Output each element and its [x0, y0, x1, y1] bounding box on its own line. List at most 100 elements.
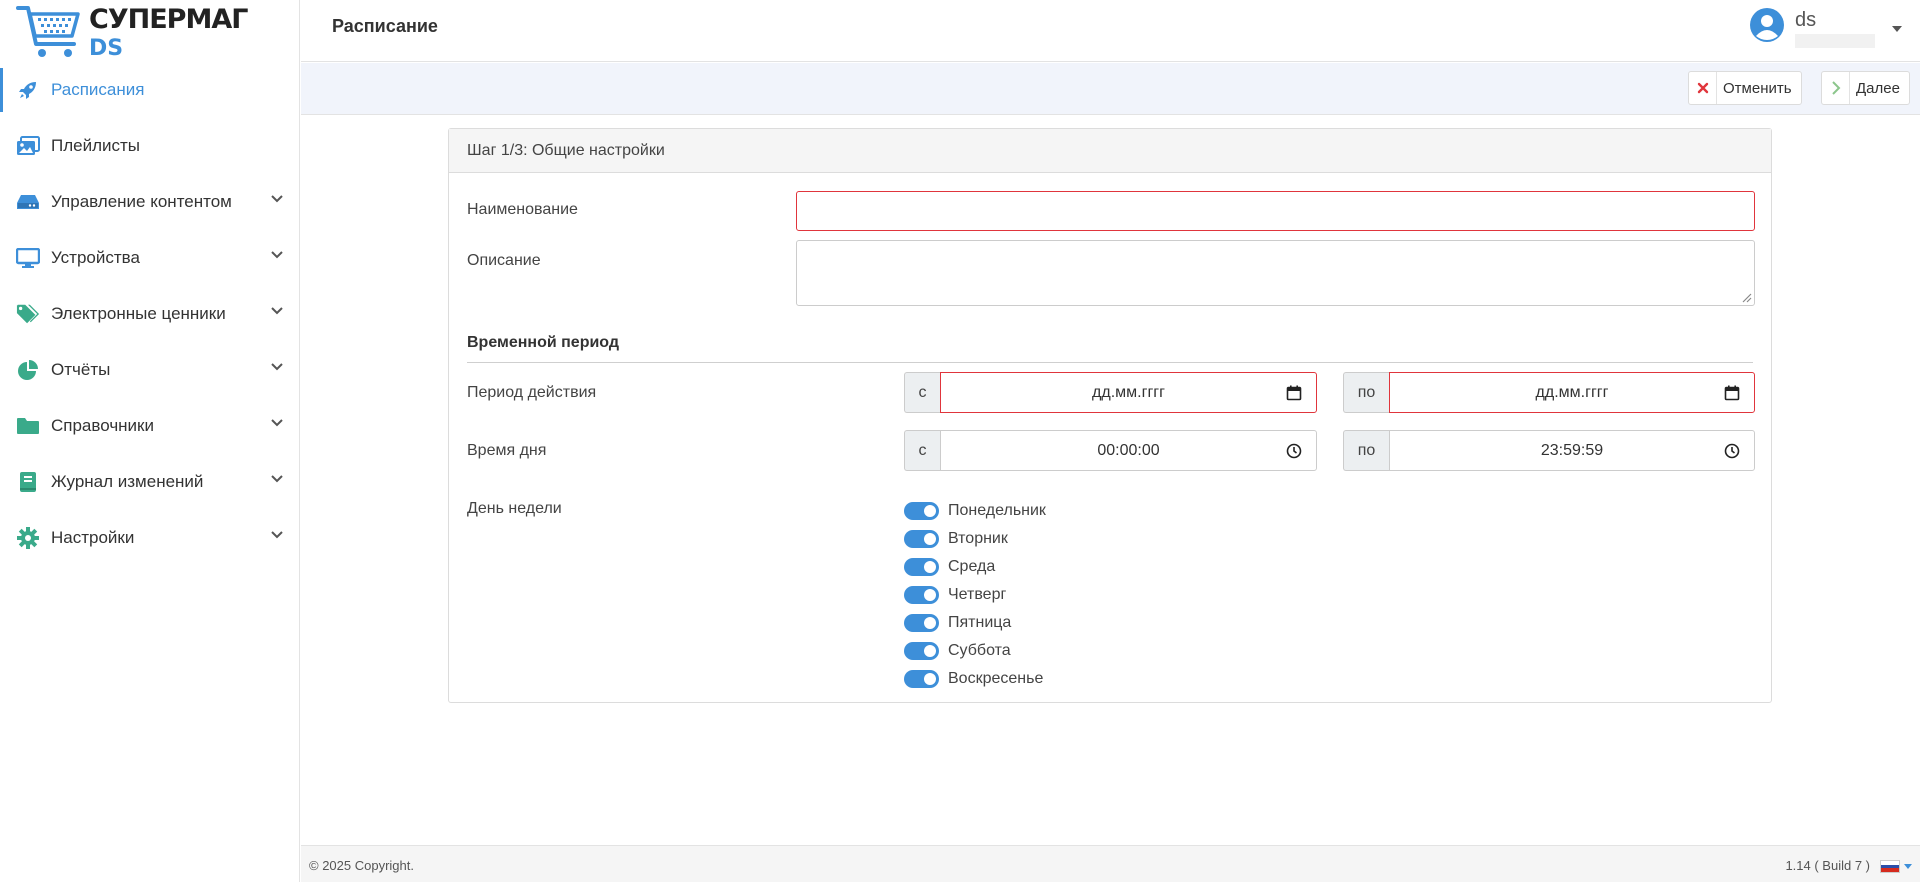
time-to-value: 23:59:59: [1540, 441, 1604, 459]
calendar-icon[interactable]: [1286, 385, 1302, 401]
time-period-heading: Временной период: [467, 334, 620, 351]
chevron-down-icon: [271, 531, 283, 539]
clock-icon[interactable]: [1286, 443, 1302, 459]
cart-logo-icon: [16, 6, 80, 57]
next-button[interactable]: Далее: [1821, 71, 1910, 105]
footer: © 2025 Copyright. 1.14 ( Build 7 ): [301, 845, 1920, 882]
weekday-name: Четверг: [948, 586, 1007, 603]
sidebar-item-label: Управление контентом: [51, 192, 232, 211]
toggle-switch[interactable]: [904, 558, 939, 576]
validity-from-group: с дд.мм.гггг: [904, 372, 1317, 413]
general-settings-card: Шаг 1/3: Общие настройки Наименование Оп…: [448, 128, 1772, 703]
book-icon: [16, 470, 40, 494]
weekday-row-saturday: Суббота: [904, 637, 1046, 665]
time-from-prefix: с: [904, 430, 940, 471]
weekday-name: Пятница: [948, 614, 1012, 631]
sidebar-item-label: Журнал изменений: [51, 472, 204, 491]
sidebar: СУПЕРМАГ DS Расписания Плейлисты Управле…: [0, 0, 300, 882]
chevron-down-icon: [271, 251, 283, 259]
validity-from-prefix: с: [904, 372, 940, 413]
version-text: 1.14 ( Build 7 ): [1785, 858, 1870, 873]
top-header: Расписание ds: [301, 0, 1920, 62]
toggle-switch[interactable]: [904, 642, 939, 660]
sidebar-item-schedules[interactable]: Расписания: [0, 62, 299, 118]
time-to-input[interactable]: 23:59:59: [1389, 430, 1755, 471]
weekday-row-wednesday: Среда: [904, 553, 1046, 581]
cancel-button-label: Отменить: [1723, 79, 1792, 97]
resize-handle-icon[interactable]: [1742, 293, 1752, 303]
monitor-icon: [16, 246, 40, 270]
sidebar-item-e-labels[interactable]: Электронные ценники: [0, 286, 299, 342]
weekday-name: Среда: [948, 558, 996, 575]
calendar-icon[interactable]: [1724, 385, 1740, 401]
weekday-row-friday: Пятница: [904, 609, 1046, 637]
weekday-name: Воскресенье: [948, 670, 1044, 687]
ru-flag-icon[interactable]: [1880, 860, 1900, 873]
weekday-name: Вторник: [948, 530, 1008, 547]
sidebar-item-reports[interactable]: Отчёты: [0, 342, 299, 398]
gear-icon: [16, 526, 40, 550]
weekday-row-monday: Понедельник: [904, 497, 1046, 525]
caret-down-icon: [1892, 26, 1902, 32]
brand-name: СУПЕРМАГ: [89, 4, 248, 35]
app-logo[interactable]: СУПЕРМАГ DS: [0, 0, 299, 62]
time-to-prefix: по: [1343, 430, 1389, 471]
sidebar-item-playlists[interactable]: Плейлисты: [0, 118, 299, 174]
sidebar-item-content[interactable]: Управление контентом: [0, 174, 299, 230]
time-of-day-label: Время дня: [467, 442, 547, 459]
name-input[interactable]: [796, 191, 1755, 231]
time-from-group: с 00:00:00: [904, 430, 1317, 471]
chevron-down-icon: [271, 307, 283, 315]
toggle-switch[interactable]: [904, 586, 939, 604]
toggle-switch[interactable]: [904, 530, 939, 548]
description-textarea[interactable]: [796, 240, 1755, 306]
sidebar-item-label: Расписания: [51, 80, 145, 99]
name-label: Наименование: [467, 201, 578, 218]
folder-icon: [16, 414, 40, 438]
toggle-switch[interactable]: [904, 502, 939, 520]
time-from-input[interactable]: 00:00:00: [940, 430, 1317, 471]
sidebar-item-references[interactable]: Справочники: [0, 398, 299, 454]
sidebar-item-devices[interactable]: Устройства: [0, 230, 299, 286]
chevron-down-icon: [271, 195, 283, 203]
sidebar-item-changelog[interactable]: Журнал изменений: [0, 454, 299, 510]
validity-to-date-input[interactable]: дд.мм.гггг: [1389, 372, 1755, 413]
clock-icon[interactable]: [1724, 443, 1740, 459]
sidebar-item-label: Справочники: [51, 416, 154, 435]
images-icon: [16, 134, 40, 158]
sidebar-item-settings[interactable]: Настройки: [0, 510, 299, 566]
close-icon: [1689, 72, 1717, 104]
section-divider: [467, 362, 1753, 363]
sidebar-item-label: Электронные ценники: [51, 304, 226, 323]
sidebar-item-label: Отчёты: [51, 360, 111, 379]
validity-to-group: по дд.мм.гггг: [1343, 372, 1755, 413]
weekday-name: Понедельник: [948, 502, 1046, 519]
weekday-row-thursday: Четверг: [904, 581, 1046, 609]
page-title: Расписание: [332, 16, 438, 36]
copyright-text: © 2025 Copyright.: [309, 858, 414, 873]
next-button-label: Далее: [1856, 79, 1900, 97]
tags-icon: [16, 302, 40, 326]
weekday-row-tuesday: Вторник: [904, 525, 1046, 553]
user-role-placeholder: [1795, 34, 1875, 48]
brand-sub: DS: [89, 36, 124, 61]
caret-down-icon[interactable]: [1904, 864, 1912, 869]
toggle-switch[interactable]: [904, 614, 939, 632]
sidebar-item-label: Устройства: [51, 248, 140, 267]
step-title: Шаг 1/3: Общие настройки: [449, 129, 1771, 173]
chevron-down-icon: [271, 475, 283, 483]
pie-chart-icon: [16, 358, 40, 382]
time-to-group: по 23:59:59: [1343, 430, 1755, 471]
weekday-label: День недели: [467, 500, 562, 517]
cancel-button[interactable]: Отменить: [1688, 71, 1802, 105]
toggle-switch[interactable]: [904, 670, 939, 688]
chevron-down-icon: [271, 419, 283, 427]
validity-to-prefix: по: [1343, 372, 1389, 413]
rocket-icon: [16, 78, 40, 102]
weekday-name: Суббота: [948, 642, 1011, 659]
weekday-row-sunday: Воскресенье: [904, 665, 1046, 693]
weekday-toggles: Понедельник Вторник Среда Четверг Пятниц…: [904, 497, 1046, 693]
validity-from-date-input[interactable]: дд.мм.гггг: [940, 372, 1317, 413]
user-menu[interactable]: ds: [1750, 0, 1920, 62]
user-name: ds: [1795, 9, 1817, 31]
